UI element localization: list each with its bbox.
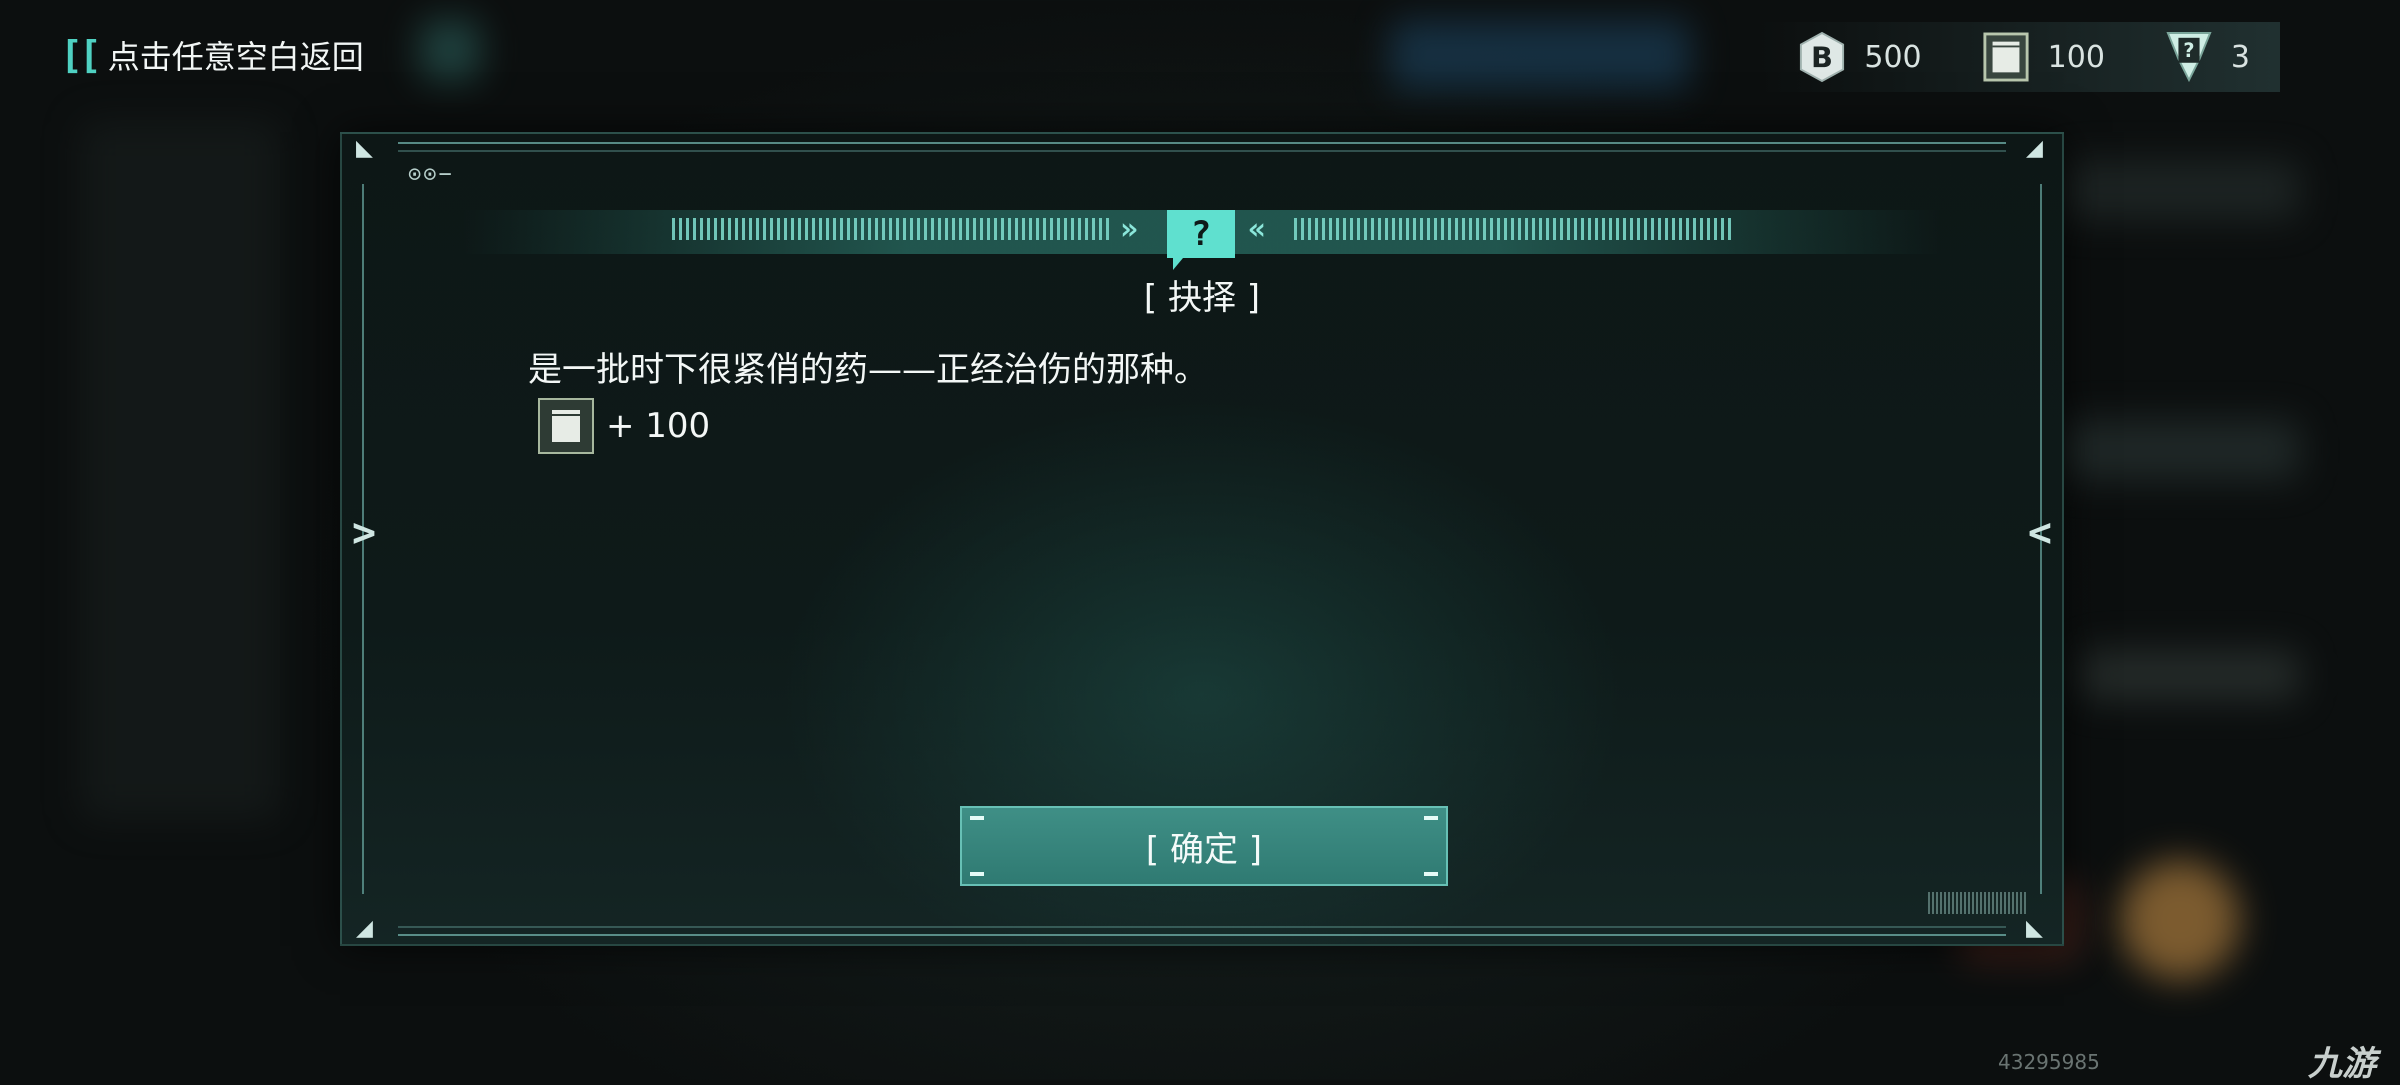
header-stripes-right <box>1294 218 1734 240</box>
currency-bar: B 500 100 ? 3 <box>1758 22 2280 92</box>
button-corner-mark <box>1424 872 1438 876</box>
button-corner-mark <box>970 816 984 820</box>
ledger-value: 100 <box>2047 39 2105 75</box>
coin-icon: B <box>1798 31 1846 83</box>
corner-bottom-right: ◣ <box>2026 916 2043 941</box>
button-corner-mark <box>1424 816 1438 820</box>
chevron-left-icon: « <box>1248 212 1267 247</box>
dialog-title: [ 抉择 ] <box>1143 278 1261 318</box>
question-mark-icon: ? <box>1167 210 1235 270</box>
chevron-right-icon: » <box>1120 212 1139 247</box>
currency-coin: B 500 <box>1798 31 1922 83</box>
ledger-icon <box>1982 31 2030 83</box>
frame-bottom-line <box>398 934 2006 936</box>
frame-top-line-inner <box>398 150 2006 152</box>
currency-card: ? 3 <box>2165 31 2250 83</box>
watermark-id: 43295985 <box>1998 1050 2100 1074</box>
corner-top-left: ◣ <box>356 136 373 161</box>
corner-bottom-left: ◢ <box>356 916 373 941</box>
svg-text:B: B <box>1811 41 1833 75</box>
currency-ledger: 100 <box>1982 31 2105 83</box>
corner-top-right: ◢ <box>2026 136 2043 161</box>
barcode-decoration <box>1928 892 2028 914</box>
status-dots: ⊙⊙− <box>408 162 454 187</box>
coin-value: 500 <box>1864 39 1922 75</box>
frame-bottom-line-inner <box>398 926 2006 928</box>
dialog-message: 是一批时下很紧俏的药——正经治伤的那种。 <box>528 350 1208 390</box>
right-arrow-icon: < <box>2027 510 2052 556</box>
reward-row: + 100 <box>538 398 710 454</box>
watermark-logo: 九游 <box>2308 1044 2376 1084</box>
button-corner-mark <box>970 872 984 876</box>
ledger-icon <box>538 398 594 454</box>
mystery-card-icon: ? <box>2165 31 2213 83</box>
svg-text:?: ? <box>2183 39 2194 62</box>
left-arrow-icon: > <box>352 510 377 556</box>
reward-amount: + 100 <box>606 406 711 446</box>
confirm-button[interactable]: [ 确定 ] <box>960 806 1448 886</box>
frame-top-line <box>398 142 2006 144</box>
double-bracket-icon: [[ <box>60 33 102 77</box>
confirm-button-label: [ 确定 ] <box>1145 829 1263 870</box>
choice-dialog: ◣ ◢ ◢ ◣ ⊙⊙− > < » « ? [ 抉择 ] 是一批时下很紧俏的药—… <box>340 132 2064 946</box>
header-stripes-left <box>672 218 1112 240</box>
card-value: 3 <box>2230 39 2250 75</box>
back-hint[interactable]: [[ 点击任意空白返回 <box>60 32 364 78</box>
back-hint-label: 点击任意空白返回 <box>107 38 364 76</box>
